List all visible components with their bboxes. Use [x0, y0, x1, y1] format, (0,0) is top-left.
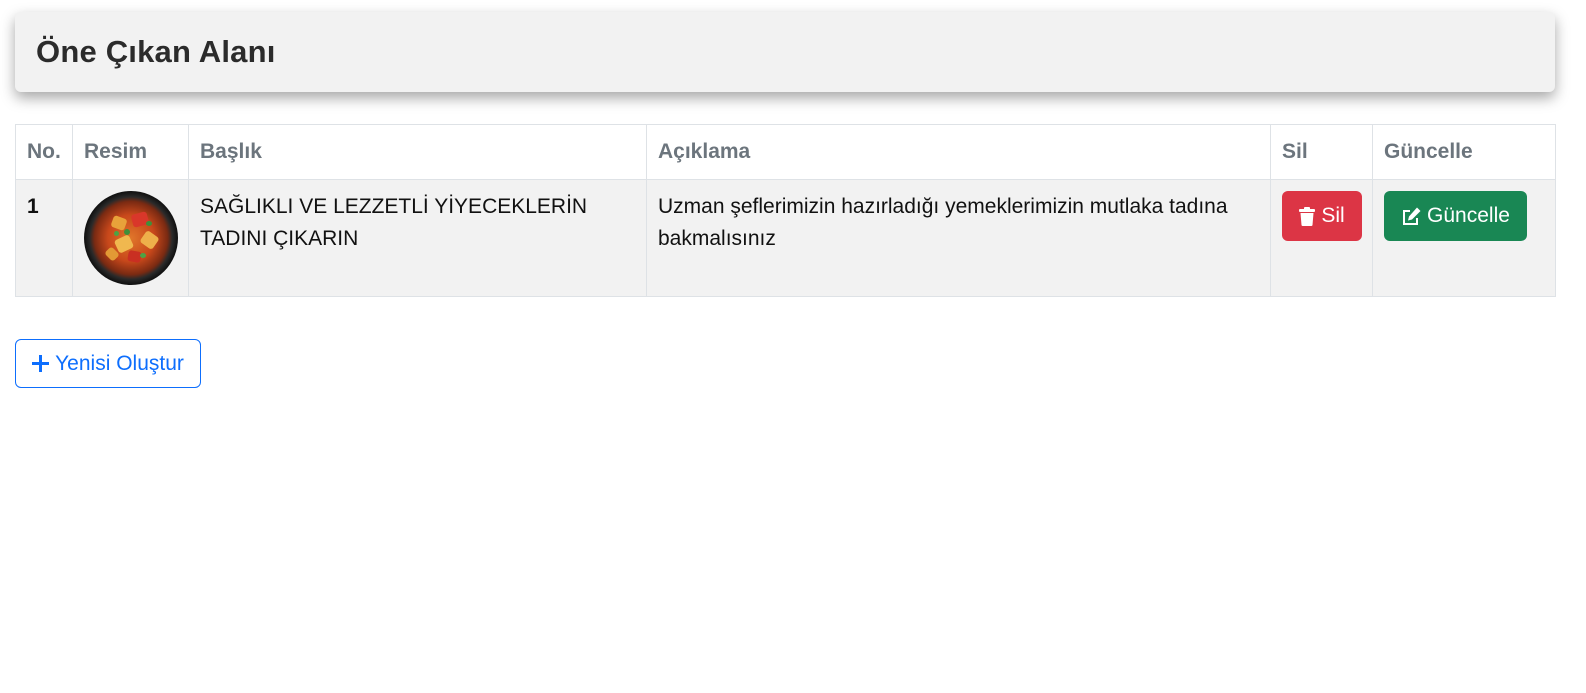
column-header-description: Açıklama: [646, 124, 1271, 180]
page-header: Öne Çıkan Alanı: [15, 12, 1555, 92]
row-delete-cell: Sil: [1270, 179, 1373, 297]
row-description: Uzman şeflerimizin hazırladığı yemekleri…: [646, 179, 1271, 297]
table-header-row: No. Resim Başlık Açıklama Sil Güncelle: [15, 124, 1556, 180]
food-image: [84, 191, 178, 285]
create-new-button[interactable]: Yenisi Oluştur: [15, 339, 201, 388]
edit-icon: [1403, 207, 1421, 225]
row-number: 1: [15, 179, 73, 297]
row-image-cell: [72, 179, 189, 297]
column-header-no: No.: [15, 124, 73, 180]
column-header-update: Güncelle: [1372, 124, 1556, 180]
page-title: Öne Çıkan Alanı: [36, 34, 276, 69]
featured-table: No. Resim Başlık Açıklama Sil Güncelle 1: [15, 124, 1556, 297]
delete-button-label: Sil: [1321, 204, 1345, 227]
column-header-image: Resim: [72, 124, 189, 180]
column-header-delete: Sil: [1270, 124, 1373, 180]
plus-icon: [32, 355, 50, 372]
row-title: SAĞLIKLI VE LEZZETLİ YİYECEKLERİN TADINI…: [188, 179, 647, 297]
table-row: 1 SAĞLIKLI VE LEZZETLİ YİYECEKLERİN TADI…: [15, 179, 1556, 297]
row-update-cell: Güncelle: [1372, 179, 1556, 297]
trash-icon: [1299, 206, 1316, 226]
column-header-title: Başlık: [188, 124, 647, 180]
create-new-button-label: Yenisi Oluştur: [55, 351, 184, 375]
update-button-label: Güncelle: [1427, 204, 1510, 227]
update-button[interactable]: Güncelle: [1384, 191, 1527, 241]
delete-button[interactable]: Sil: [1282, 191, 1362, 241]
